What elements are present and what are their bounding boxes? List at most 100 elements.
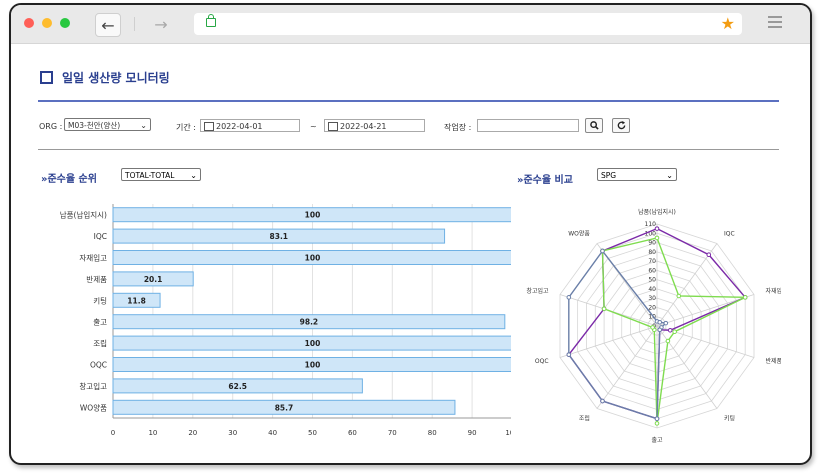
radar-tick-label: 60 — [648, 267, 656, 274]
bar-value-label: 100 — [305, 211, 321, 220]
workplace-input[interactable] — [477, 119, 579, 132]
bookmark-star-icon[interactable]: ★ — [721, 14, 735, 33]
maximize-window-button[interactable] — [60, 18, 70, 28]
org-select[interactable]: M03-천안(양산) ⌄ — [64, 118, 151, 131]
calendar-icon — [328, 122, 338, 131]
address-bar[interactable]: ★ — [194, 13, 742, 35]
radar-spoke — [559, 325, 658, 358]
date-range-tilde: ~ — [310, 122, 317, 131]
radar-point — [654, 416, 660, 422]
radar-spoke — [596, 325, 658, 409]
date-to-input[interactable]: 2022-04-21 — [324, 119, 425, 132]
workplace-label: 작업장 : — [444, 123, 472, 132]
bar-value-label: 20.1 — [144, 275, 163, 284]
radar-point — [672, 329, 677, 335]
radar-axis-label: 출고 — [651, 436, 663, 444]
radar-tick-label: 50 — [648, 277, 656, 284]
chevron-down-icon: ⌄ — [140, 121, 147, 130]
page-title-text: 일일 생산량 모니터링 — [62, 71, 170, 85]
y-category-label: 키팅 — [93, 295, 107, 305]
x-tick-label: 90 — [468, 429, 477, 437]
y-category-label: 조립 — [93, 339, 107, 348]
x-tick-label: 50 — [308, 429, 317, 437]
browser-window: ← → ★ 일일 생산량 모니터링 ORG : M03-천안(양산) ⌄ 기간 … — [9, 3, 812, 465]
close-window-button[interactable] — [24, 18, 34, 28]
radar-axis-label: 키팅 — [724, 414, 735, 422]
radar-tick-label: 30 — [648, 295, 656, 302]
radar-point — [657, 319, 663, 325]
radar-axis-label: 창고입고 — [526, 287, 549, 295]
radar-point — [663, 320, 669, 326]
radar-point — [601, 306, 607, 312]
radar-tick-label: 80 — [648, 249, 656, 256]
minimize-window-button[interactable] — [42, 18, 52, 28]
y-category-label: OQC — [90, 361, 107, 370]
back-arrow-icon: ← — [101, 15, 115, 35]
nav-separator — [134, 17, 135, 31]
lock-icon — [206, 14, 216, 27]
back-button[interactable]: ← — [95, 13, 121, 37]
y-category-label: 자재입고 — [79, 254, 107, 263]
radar-point — [566, 352, 572, 357]
radar-point — [665, 338, 671, 344]
browser-titlebar: ← → ★ — [11, 5, 810, 44]
radar-axis-label: IQC — [724, 231, 735, 238]
radar-point — [667, 327, 673, 333]
page-title: 일일 생산량 모니터링 — [40, 69, 170, 86]
radar-point — [654, 421, 660, 426]
filter-divider — [38, 149, 779, 150]
org-select-value: M03-천안(양산) — [68, 121, 121, 130]
chevron-down-icon: ⌄ — [666, 171, 673, 180]
chevron-down-icon: ⌄ — [190, 171, 197, 180]
refresh-icon — [617, 121, 625, 130]
comparison-radar-chart: 납품(납입지시)IQC자재입고반제품키팅출고조립OQC창고입고WO양품01020… — [526, 208, 781, 444]
bar-value-label: 100 — [305, 339, 321, 348]
ranking-section-title: »준수율 순위 — [41, 174, 97, 185]
radar-tick-label: 70 — [648, 258, 656, 265]
bar-value-label: 100 — [305, 361, 321, 370]
date-from-input[interactable]: 2022-04-01 — [200, 119, 300, 132]
hamburger-menu-icon[interactable] — [768, 16, 782, 28]
y-category-label: 납품(납입지시) — [60, 211, 107, 220]
radar-axis-label: 조립 — [579, 414, 590, 422]
x-tick-label: 30 — [228, 429, 237, 437]
y-category-label: 출고 — [93, 317, 107, 327]
bar-value-label: 85.7 — [275, 403, 294, 412]
comparison-select-value: SPG — [601, 171, 617, 180]
title-divider — [38, 100, 779, 102]
radar-axis-label: WO양품 — [568, 230, 590, 238]
date-from-value: 2022-04-01 — [216, 122, 263, 131]
radar-spoke — [656, 325, 718, 409]
radar-point — [654, 235, 660, 241]
org-label: ORG : — [39, 122, 63, 131]
radar-point — [600, 248, 605, 254]
y-category-label: 창고입고 — [79, 382, 107, 391]
search-button[interactable] — [585, 118, 603, 133]
radar-axis-label: 자재입고 — [765, 287, 781, 295]
bar-value-label: 83.1 — [270, 232, 289, 241]
comparison-select[interactable]: SPG ⌄ — [597, 168, 677, 181]
x-tick-label: 70 — [388, 429, 397, 437]
date-to-value: 2022-04-21 — [340, 122, 387, 131]
radar-point — [706, 252, 712, 258]
ranking-bar-chart: 0 10 20 30 40 50 60 70 80 90 100 납품(납입지시) 100 IQC 83.1… — [60, 204, 511, 437]
radar-tick-label: 110 — [645, 221, 657, 228]
ranking-select[interactable]: TOTAL-TOTAL ⌄ — [121, 168, 201, 181]
y-category-label: 반제품 — [86, 275, 107, 284]
bar-value-label: 98.2 — [300, 318, 319, 327]
x-tick-label: 80 — [428, 429, 437, 437]
radar-tick-label: 90 — [648, 240, 656, 247]
bar-value-label: 11.8 — [127, 296, 146, 305]
radar-point — [657, 327, 663, 333]
x-tick-label: 60 — [348, 429, 357, 437]
refresh-button[interactable] — [612, 118, 630, 133]
bar-value-label: 62.5 — [228, 382, 247, 391]
x-tick-label: 40 — [268, 429, 277, 437]
x-tick-label: 20 — [188, 429, 197, 437]
filter-bar: ORG : M03-천안(양산) ⌄ 기간 : 2022-04-01 ~ 202… — [11, 118, 810, 138]
forward-arrow-icon: → — [154, 14, 168, 34]
radar-point — [676, 293, 682, 299]
forward-button[interactable]: → — [149, 13, 173, 35]
radar-point — [600, 398, 605, 404]
radar-tick-label: 40 — [648, 286, 656, 293]
